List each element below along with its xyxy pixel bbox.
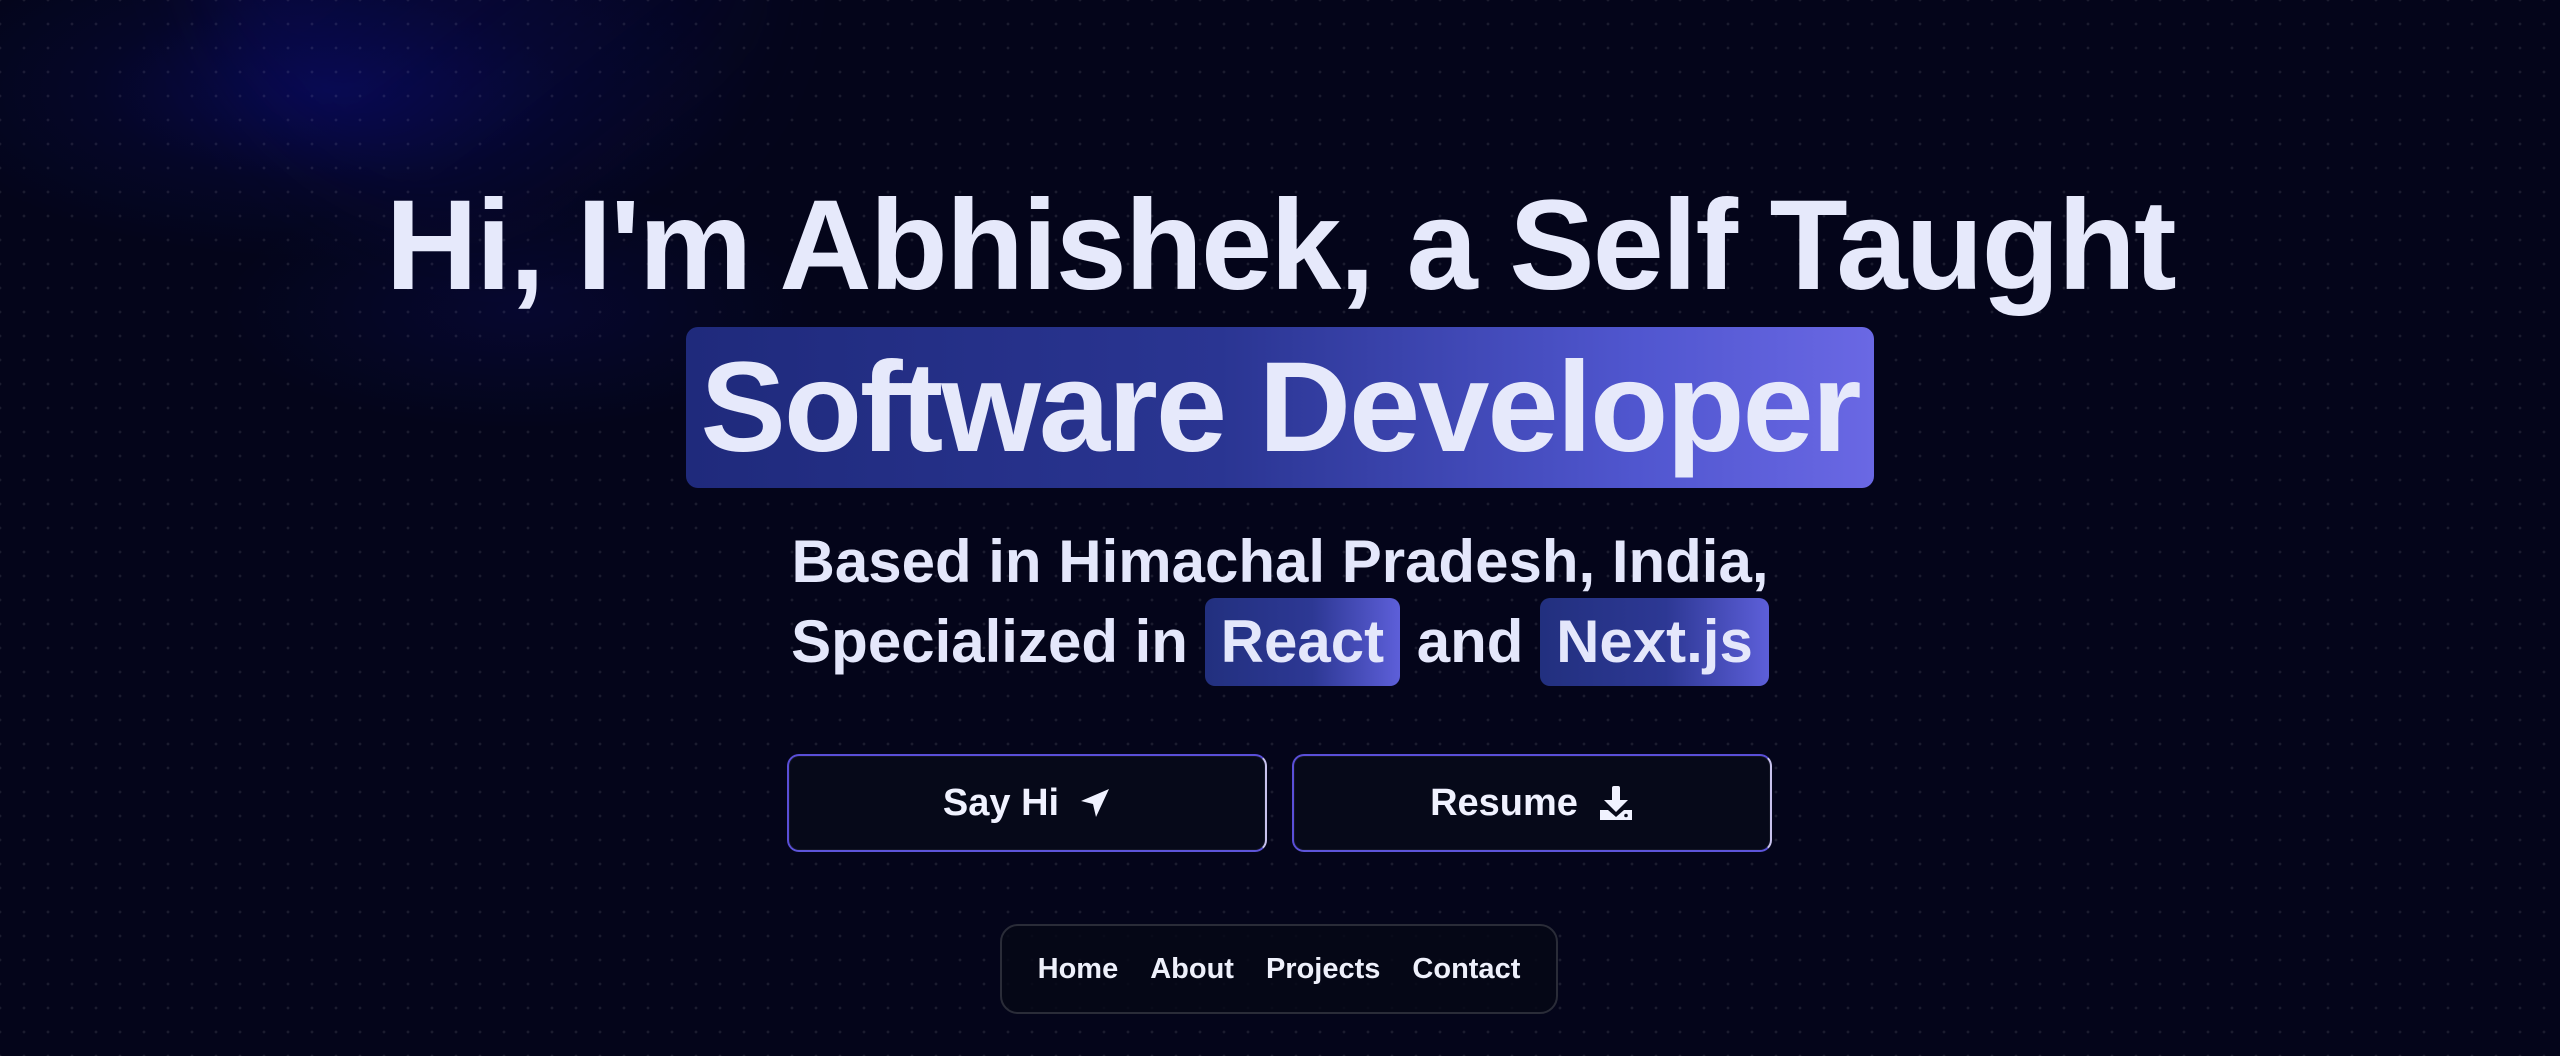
resume-label: Resume bbox=[1430, 781, 1578, 824]
location-text: Based in Himachal Pradesh, India, bbox=[791, 528, 1769, 595]
nav-home[interactable]: Home bbox=[1038, 953, 1119, 986]
nav-contact[interactable]: Contact bbox=[1412, 953, 1520, 986]
tech-chip-react: React bbox=[1204, 598, 1401, 686]
paper-plane-icon bbox=[1079, 787, 1111, 819]
connector-text: and bbox=[1416, 608, 1524, 675]
role-highlight: Software Developer bbox=[686, 327, 1874, 488]
download-icon bbox=[1598, 784, 1634, 822]
specialized-prefix: Specialized in bbox=[791, 608, 1188, 675]
nav-about[interactable]: About bbox=[1150, 953, 1234, 986]
hero-highlight-row: Software Developer bbox=[0, 327, 2560, 488]
hero-heading: Hi, I'm Abhishek, a Self Taught bbox=[385, 174, 2176, 317]
say-hi-button[interactable]: Say Hi bbox=[787, 754, 1267, 852]
specialization-line: Specialized in React and Next.js bbox=[0, 598, 2560, 686]
tech-chip-nextjs: Next.js bbox=[1540, 598, 1769, 686]
cta-buttons: Say Hi Resume bbox=[787, 754, 1773, 852]
bottom-navigation: Home About Projects Contact bbox=[1000, 924, 1558, 1014]
say-hi-label: Say Hi bbox=[942, 781, 1060, 824]
resume-button[interactable]: Resume bbox=[1292, 754, 1772, 852]
nav-projects[interactable]: Projects bbox=[1266, 953, 1380, 986]
hero-section: Hi, I'm Abhishek, a Self Taught Software… bbox=[0, 0, 2560, 1056]
